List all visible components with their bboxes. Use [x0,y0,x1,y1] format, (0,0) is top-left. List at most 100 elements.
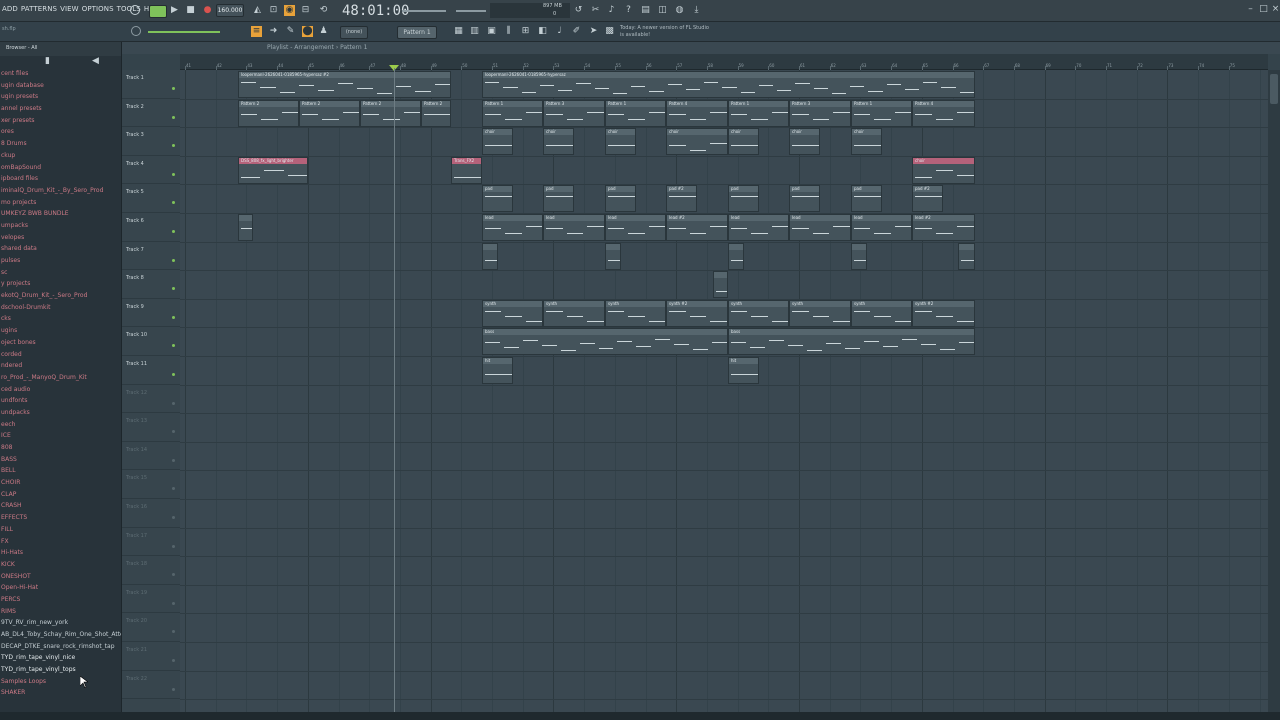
tempo-display[interactable]: 160.000 [216,4,244,17]
metronome-icon[interactable]: ◭ [252,5,263,16]
browser-item[interactable]: SHAKER [0,687,121,699]
playlist-clip[interactable]: Pattern 2 [360,99,421,127]
playlist-clip[interactable] [728,242,744,270]
track-mute-led[interactable] [172,258,175,262]
browser-item[interactable]: FILL [0,524,121,536]
stop-icon[interactable]: ■ [185,5,196,16]
browser-item[interactable]: 808 [0,442,121,454]
browser-item[interactable]: iminalQ_Drum_Kit_-_By_Sero_Prod [0,185,121,197]
track-header[interactable]: Track 3 [122,127,180,156]
track-mute-led[interactable] [172,544,175,548]
browser-item[interactable]: ONESHOT [0,571,121,583]
track-header[interactable]: Track 12 [122,385,180,414]
track-mute-led[interactable] [172,172,175,176]
track-mute-led[interactable] [172,516,175,519]
browser-item[interactable]: TYD_rim_tape_vinyl_nice [0,652,121,664]
menu-item[interactable]: ADD [2,5,18,13]
playlist-clip[interactable]: DSS_808_fx_light_brighter [238,156,308,184]
browser-item[interactable]: UMKEYZ BWB BUNDLE [0,208,121,220]
track-mute-led[interactable] [172,315,175,319]
browser-item[interactable]: 8 Drums [0,138,121,150]
horizontal-scrollbar[interactable] [0,712,1280,720]
track-header[interactable]: Track 10 [122,327,180,356]
playlist-clip[interactable]: synth [543,299,605,327]
browser-item[interactable]: ores [0,126,121,138]
browser-item[interactable]: BELL [0,465,121,477]
chat-icon[interactable]: ◍ [674,5,685,16]
browser-item[interactable]: PERCS [0,594,121,606]
browser-item[interactable]: EFFECTS [0,512,121,524]
browser-item[interactable]: undpacks [0,407,121,419]
playlist-clip[interactable]: lead [482,214,543,241]
playlist-clip[interactable] [958,242,975,270]
playlist-clip[interactable]: pad #2 [912,185,943,213]
playlist-clip[interactable]: bass [728,328,975,356]
track-mute-led[interactable] [172,230,175,233]
close-icon[interactable]: × [1270,4,1280,15]
browser-item[interactable]: dschool-Drumkit [0,302,121,314]
download-icon[interactable]: ⤓ [691,5,702,16]
track-header[interactable]: Track 20 [122,613,180,642]
browser-item[interactable]: TYD_rim_tape_vinyl_tops [0,664,121,676]
browser-item[interactable]: Hi-Hats [0,547,121,559]
browser-item[interactable]: BASS [0,454,121,466]
track-mute-led[interactable] [172,401,175,405]
playlist-clip[interactable]: choir [728,128,759,156]
browser-item[interactable]: annel presets [0,103,121,115]
browser-item[interactable]: KICK [0,559,121,571]
playlist-clip[interactable] [851,242,867,270]
channel-rack-icon[interactable]: ▣ [486,26,497,37]
browser-item[interactable]: Open-Hi-Hat [0,582,121,594]
track-header[interactable]: Track 15 [122,470,180,499]
playlist-clip[interactable]: Pattern 1 [728,99,789,127]
playlist-clip[interactable]: synth #2 [666,299,728,327]
wait-icon[interactable]: ⊡ [268,5,279,16]
cut-icon[interactable]: ✂ [590,5,601,16]
playlist-clip[interactable]: lead [543,214,605,241]
playlist-clip[interactable]: synth [789,299,851,327]
play-icon[interactable]: ▶ [169,5,180,16]
playlist-clip[interactable]: Pattern 4 [912,99,975,127]
news-icon[interactable]: ▩ [604,26,615,37]
track-mute-led[interactable] [172,659,175,662]
track-header[interactable]: Track 6 [122,213,180,242]
track-header[interactable]: Track 18 [122,556,180,585]
playlist-clip[interactable]: choir [851,128,882,156]
playlist-clip[interactable]: hit [482,357,513,384]
playlist-clip[interactable]: Pattern 1 [851,99,912,127]
playlist-clip[interactable] [482,242,498,270]
track-mute-led[interactable] [172,287,175,291]
vertical-scrollbar[interactable] [1268,70,1280,720]
brush-icon[interactable]: ⬤ [302,26,313,37]
tempo-tap-icon[interactable]: ♩ [554,26,565,37]
arrangement-grid[interactable]: loopermanl-2626041-0185965-hypersaz #2 lo… [180,70,1268,720]
browser-item[interactable]: ipboard files [0,173,121,185]
mic-icon[interactable]: ♪ [606,5,617,16]
plugin-icon[interactable]: ◫ [657,5,668,16]
browser-item[interactable]: sc [0,267,121,279]
track-mute-led[interactable] [172,87,175,90]
playlist-clip[interactable] [238,214,253,241]
minimize-icon[interactable]: – [1245,4,1256,15]
playlist-clip[interactable]: lead [789,214,851,241]
track-mute-led[interactable] [172,115,175,119]
timeline-ruler[interactable]: 41 42 43 44 45 46 47 48 49 50 51 52 53 54 55 56 57 58 59 60… [180,54,1268,70]
knob-icon[interactable] [131,26,141,36]
track-mute-led[interactable] [172,373,175,376]
browser-item[interactable]: eech [0,419,121,431]
script-icon[interactable]: ✐ [571,26,582,37]
track-header[interactable]: Track 19 [122,585,180,614]
browser-item[interactable]: y projects [0,278,121,290]
track-mute-led[interactable] [172,630,175,634]
playlist-clip[interactable]: synth #2 [912,299,975,327]
playlist-clip[interactable]: Pattern 2 [238,99,299,127]
playlist-clip[interactable]: choir [605,128,636,156]
arrow-icon[interactable]: ➜ [268,26,279,37]
playlist-clip[interactable]: pad #2 [666,185,697,213]
playlist-clip[interactable]: lead [605,214,666,241]
browser-item[interactable]: RIMS [0,606,121,618]
playlist-clip[interactable]: choir [482,128,513,156]
track-mute-led[interactable] [172,687,175,691]
browser-item[interactable]: 9TV_RV_rim_new_york [0,617,121,629]
browser-item[interactable]: CLAP [0,489,121,501]
